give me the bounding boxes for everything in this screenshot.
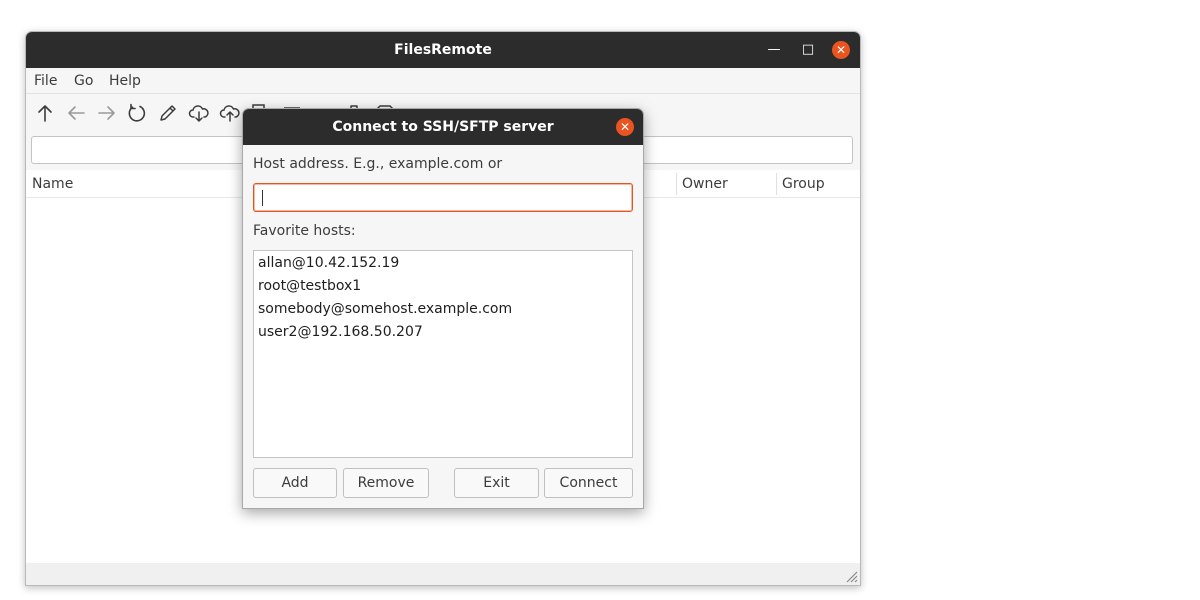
window-title: FilesRemote [394, 42, 492, 58]
list-item[interactable]: user2@192.168.50.207 [254, 321, 632, 344]
minimize-button[interactable]: — [764, 40, 784, 60]
cloud-download-icon[interactable] [188, 102, 210, 124]
up-arrow-icon[interactable] [34, 102, 56, 124]
maximize-button[interactable]: □ [798, 40, 818, 60]
dialog-title: Connect to SSH/SFTP server [332, 119, 554, 135]
dialog-titlebar[interactable]: Connect to SSH/SFTP server ✕ [243, 109, 643, 145]
favorite-hosts-list[interactable]: allan@10.42.152.19 root@testbox1 somebod… [253, 250, 633, 458]
resize-grip-icon[interactable] [842, 567, 858, 583]
favorite-hosts-label: Favorite hosts: [253, 223, 356, 239]
menubar: File Go Help [26, 68, 860, 94]
window-titlebar[interactable]: FilesRemote — □ ✕ [26, 32, 860, 68]
add-button[interactable]: Add [253, 468, 337, 498]
menu-help[interactable]: Help [109, 73, 141, 89]
cloud-upload-icon[interactable] [219, 102, 241, 124]
status-bar [26, 563, 860, 585]
column-separator[interactable] [676, 173, 677, 195]
column-group[interactable]: Group [782, 176, 825, 192]
text-caret [262, 190, 263, 206]
menu-file[interactable]: File [34, 73, 57, 89]
remove-button[interactable]: Remove [343, 468, 429, 498]
column-separator[interactable] [776, 173, 777, 195]
list-item[interactable]: allan@10.42.152.19 [254, 252, 632, 275]
forward-arrow-icon[interactable] [96, 102, 118, 124]
close-button[interactable]: ✕ [832, 41, 850, 59]
connect-button[interactable]: Connect [544, 468, 633, 498]
menu-go[interactable]: Go [74, 73, 93, 89]
list-item[interactable]: somebody@somehost.example.com [254, 298, 632, 321]
column-name[interactable]: Name [32, 176, 73, 192]
refresh-icon[interactable] [126, 102, 148, 124]
pencil-icon[interactable] [157, 102, 179, 124]
exit-button[interactable]: Exit [454, 468, 539, 498]
dialog-close-button[interactable]: ✕ [616, 118, 634, 136]
screen: FilesRemote — □ ✕ File Go Help Name Owne… [0, 0, 1200, 600]
host-address-input[interactable] [253, 183, 633, 212]
back-arrow-icon[interactable] [65, 102, 87, 124]
list-item[interactable]: root@testbox1 [254, 275, 632, 298]
host-address-label: Host address. E.g., example.com or [253, 156, 503, 172]
connect-dialog: Connect to SSH/SFTP server ✕ Host addres… [242, 108, 644, 509]
column-owner[interactable]: Owner [682, 176, 728, 192]
